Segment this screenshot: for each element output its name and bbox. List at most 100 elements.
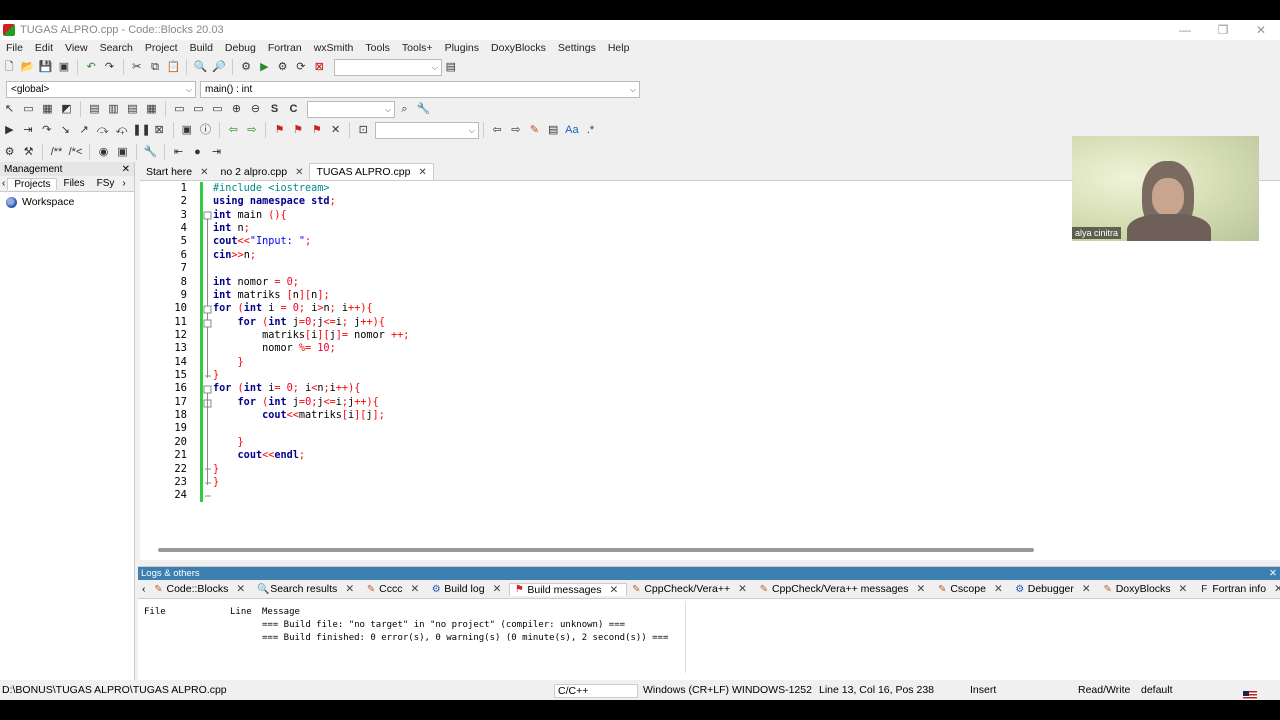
doxy-icon[interactable]: ⊡ (355, 122, 371, 138)
redo-icon[interactable]: ↷ (102, 59, 117, 75)
new-file-icon[interactable]: 🗋 (2, 59, 17, 75)
close-tab-icon[interactable]: ✕ (610, 584, 619, 596)
layout-icon[interactable]: ▥ (106, 101, 122, 117)
close-tab-icon[interactable]: ✕ (236, 583, 245, 595)
tab-files[interactable]: Files (57, 178, 90, 189)
block-icon[interactable]: ▦ (40, 101, 56, 117)
layout-icon[interactable]: ▦ (144, 101, 160, 117)
replace-in-files-icon[interactable]: ▤ (545, 122, 561, 138)
abort-icon[interactable]: ⊠ (312, 59, 327, 75)
shape-icon[interactable]: ▭ (172, 101, 188, 117)
tab-no2-alpro[interactable]: no 2 alpro.cpp ✕ (215, 164, 310, 180)
close-icon[interactable]: ✕ (122, 164, 130, 175)
tab-fsymbols[interactable]: FSy (91, 178, 121, 189)
maximize-button[interactable]: ❐ (1204, 20, 1242, 40)
back-icon[interactable]: ⇦ (489, 122, 505, 138)
tab-scroll-left-icon[interactable]: ‹ (138, 583, 150, 595)
close-tab-icon[interactable]: ✕ (345, 583, 354, 595)
step-into-icon[interactable]: ↘ (58, 122, 74, 138)
fold-margin[interactable] (203, 182, 213, 502)
unindent-icon[interactable]: ⇤ (171, 144, 187, 160)
zoom-out-icon[interactable]: ⊖ (248, 101, 264, 117)
bookmark-clear-icon[interactable]: ✕ (328, 122, 344, 138)
scope-select[interactable]: <global> ⌵ (6, 80, 196, 98)
highlight-icon[interactable]: ✎ (527, 122, 543, 138)
step-out-icon[interactable]: ↗ (76, 122, 92, 138)
open-file-icon[interactable]: 📂 (20, 59, 35, 75)
table-row[interactable]: === Build file: "no target" in "no proje… (144, 618, 762, 631)
run-to-cursor-icon[interactable]: ⇥ (20, 122, 36, 138)
symbol-search-select[interactable]: ⌵ (307, 100, 395, 118)
rectangle-icon[interactable]: ▭ (21, 101, 37, 117)
layout-icon[interactable]: ▤ (125, 101, 141, 117)
close-tab-icon[interactable]: ✕ (1082, 583, 1091, 595)
menu-settings[interactable]: Settings (552, 42, 602, 54)
zoom-in-icon[interactable]: ⊕ (229, 101, 245, 117)
run-icon[interactable]: ▶ (257, 59, 272, 75)
line-comment-icon[interactable]: /*< (68, 144, 84, 160)
replace-icon[interactable]: 🔎 (211, 59, 226, 75)
match-case-icon[interactable]: Aa (564, 122, 580, 138)
table-row[interactable]: === Build finished: 0 error(s), 0 warnin… (144, 631, 762, 644)
close-tab-icon[interactable]: ✕ (410, 583, 419, 595)
search-combo[interactable]: ⌵ (374, 121, 479, 139)
tab-tugas-alpro[interactable]: TUGAS ALPRO.cpp ✕ (309, 163, 434, 180)
layout-icon[interactable]: ▤ (87, 101, 103, 117)
undo-icon[interactable]: ↶ (84, 59, 99, 75)
prefs-icon[interactable]: 🔧 (143, 144, 159, 160)
tab-scroll-left-icon[interactable]: ‹ (0, 178, 7, 189)
regex-icon[interactable]: .* (583, 122, 599, 138)
extract-icon[interactable]: ⚒ (21, 144, 37, 160)
stop-debug-icon[interactable]: ⊠ (151, 122, 167, 138)
dot-icon[interactable]: ● (190, 144, 206, 160)
menu-file[interactable]: File (0, 42, 29, 54)
menu-wxsmith[interactable]: wxSmith (308, 42, 360, 54)
doxywizard-icon[interactable]: ⚙ (2, 144, 18, 160)
shape-icon[interactable]: ▭ (191, 101, 207, 117)
bookmark-prev-icon[interactable]: ⚑ (290, 122, 306, 138)
menu-debug[interactable]: Debug (219, 42, 262, 54)
block-comment-icon[interactable]: /** (49, 144, 65, 160)
menu-doxyblocks[interactable]: DoxyBlocks (485, 42, 552, 54)
bookmark-next-icon[interactable]: ⚑ (309, 122, 325, 138)
info-icon[interactable]: ⓘ (198, 122, 214, 138)
close-tab-icon[interactable]: ✕ (493, 583, 502, 595)
column-file[interactable]: File (144, 607, 230, 617)
debug-run-icon[interactable]: ▶ (2, 122, 18, 138)
shape-icon[interactable]: ▭ (210, 101, 226, 117)
search-options-icon[interactable]: 🔧 (416, 101, 432, 117)
s-icon[interactable]: S (267, 101, 283, 117)
close-tab-icon[interactable]: ✕ (917, 583, 926, 595)
cut-icon[interactable]: ✂ (129, 59, 144, 75)
tab-cccc[interactable]: ✎ Cccc ✕ (362, 583, 427, 595)
build-and-run-icon[interactable]: ⚙ (275, 59, 290, 75)
rebuild-icon[interactable]: ⟳ (293, 59, 308, 75)
menu-search[interactable]: Search (94, 42, 139, 54)
menu-edit[interactable]: Edit (29, 42, 59, 54)
save-all-icon[interactable]: ▣ (56, 59, 71, 75)
next-instruction-icon[interactable]: ⤼ (95, 122, 111, 138)
close-tab-icon[interactable]: ✕ (418, 167, 426, 178)
close-icon[interactable]: ✕ (1269, 568, 1277, 579)
tab-build-messages[interactable]: ⚑ Build messages ✕ (509, 582, 628, 596)
search-icon[interactable]: ⌕ (397, 101, 413, 117)
function-select[interactable]: main() : int ⌵ (200, 80, 640, 98)
forward-icon[interactable]: ⇨ (508, 122, 524, 138)
pause-icon[interactable]: ❚❚ (132, 122, 150, 138)
tab-cppcheck-vera-messages[interactable]: ✎ CppCheck/Vera++ messages ✕ (755, 583, 933, 595)
tab-code-blocks[interactable]: ✎ Code::Blocks ✕ (150, 583, 254, 595)
workspace-tree-item[interactable]: Workspace (0, 192, 134, 212)
jump-back-icon[interactable]: ⇦ (225, 122, 241, 138)
diagonal-icon[interactable]: ◩ (59, 101, 75, 117)
close-tab-icon[interactable]: ✕ (295, 167, 303, 178)
status-language[interactable]: C/C++ (554, 684, 638, 698)
menu-project[interactable]: Project (139, 42, 184, 54)
next-line-icon[interactable]: ↷ (39, 122, 55, 138)
save-icon[interactable]: 💾 (38, 59, 53, 75)
target-options-icon[interactable]: ▤ (443, 59, 458, 75)
tab-projects[interactable]: Projects (7, 177, 58, 190)
debug-windows-icon[interactable]: ▣ (179, 122, 195, 138)
minimize-button[interactable]: — (1166, 20, 1204, 40)
tab-search-results[interactable]: 🔍 Search results ✕ (253, 583, 362, 595)
menu-view[interactable]: View (59, 42, 94, 54)
